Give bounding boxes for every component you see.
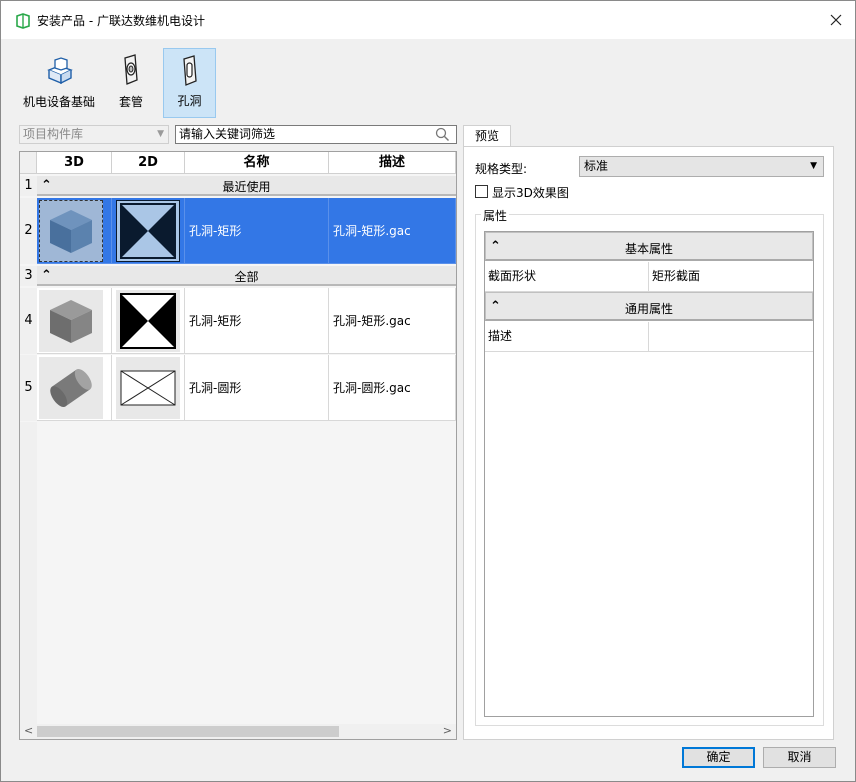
scroll-left-icon[interactable]: <: [24, 724, 33, 737]
row-number: 1: [20, 176, 37, 196]
scrollbar-thumb[interactable]: [37, 726, 339, 737]
title-bar: 安装产品 - 广联达数维机电设计: [1, 1, 855, 39]
section-common-properties[interactable]: ⌃ 通用属性: [485, 292, 813, 321]
show-3d-label: 显示3D效果图: [492, 186, 569, 200]
group-title: 最近使用: [222, 180, 271, 194]
column-header-3d[interactable]: 3D: [37, 152, 112, 174]
gray-cylinder-icon: [39, 357, 103, 419]
row-number: 2: [20, 198, 37, 264]
spec-type-value: 标准: [584, 159, 609, 173]
row-number: 5: [20, 355, 37, 421]
toolbar-label: 机电设备基础: [22, 95, 95, 109]
chevron-down-icon: ▼: [157, 129, 164, 139]
horizontal-scrollbar[interactable]: < >: [20, 724, 456, 739]
property-row[interactable]: 截面形状 矩形截面: [485, 262, 813, 292]
column-header-2d[interactable]: 2D: [112, 152, 185, 174]
sleeve-icon: [124, 54, 138, 85]
table-cell-name[interactable]: 孔洞-矩形: [185, 288, 329, 354]
row-header-corner: [20, 152, 37, 174]
section-title: 通用属性: [624, 302, 673, 316]
group-title: 全部: [234, 270, 259, 284]
property-value[interactable]: [649, 322, 813, 352]
column-header-description[interactable]: 描述: [329, 152, 456, 174]
show-3d-checkbox[interactable]: [475, 185, 488, 198]
search-input[interactable]: 请输入关键词筛选: [175, 125, 457, 144]
ok-button[interactable]: 确定: [682, 747, 755, 768]
table-row-thumb-3d[interactable]: [37, 288, 112, 354]
property-key: 描述: [485, 322, 649, 352]
equipment-base-icon: [47, 57, 73, 84]
close-button[interactable]: [825, 9, 847, 31]
table-row-thumb-2d[interactable]: [112, 355, 185, 421]
table-row-thumb-3d[interactable]: [37, 198, 112, 264]
rect-hole-symbol-icon: [116, 200, 180, 262]
window-title: 安装产品 - 广联达数维机电设计: [37, 14, 205, 28]
grid-body: 3D 2D 名称 描述 1 ⌃ 最近使用 2 孔洞-矩形 孔洞-矩形.gac 3…: [20, 152, 456, 724]
round-hole-symbol-icon: [116, 357, 180, 419]
toolbar-sleeve[interactable]: 套管: [106, 48, 156, 118]
column-header-name[interactable]: 名称: [185, 152, 329, 174]
scroll-right-icon[interactable]: >: [443, 724, 452, 737]
table-cell-name[interactable]: 孔洞-矩形: [185, 198, 329, 264]
search-input-text: 请输入关键词筛选: [179, 127, 276, 141]
gray-cube-icon: [39, 290, 103, 352]
toolbar-label: 套管: [118, 95, 143, 109]
toolbar-label: 孔洞: [177, 94, 202, 108]
section-title: 基本属性: [624, 242, 673, 256]
chevron-down-icon: ▼: [810, 161, 817, 171]
table-row-thumb-3d[interactable]: [37, 355, 112, 421]
spec-type-select[interactable]: 标准 ▼: [579, 156, 824, 177]
property-row[interactable]: 描述: [485, 322, 813, 352]
toolbar-hole[interactable]: 孔洞: [163, 48, 216, 118]
table-row-thumb-2d[interactable]: [112, 288, 185, 354]
cancel-button[interactable]: 取消: [763, 747, 836, 768]
table-cell-name[interactable]: 孔洞-圆形: [185, 355, 329, 421]
spec-type-label: 规格类型:: [475, 162, 528, 176]
row-number: 4: [20, 288, 37, 354]
property-key: 截面形状: [485, 262, 649, 292]
rect-hole-symbol-icon: [116, 290, 180, 352]
table-cell-description[interactable]: 孔洞-圆形.gac: [329, 355, 456, 421]
table-row-thumb-2d[interactable]: [112, 198, 185, 264]
dialog-window: 安装产品 - 广联达数维机电设计 机电设备基础 套管 孔洞 项目构件库 ▼ 请输…: [0, 0, 856, 782]
app-logo-icon: [16, 13, 30, 29]
tab-preview[interactable]: 预览: [463, 125, 511, 147]
section-basic-properties[interactable]: ⌃ 基本属性: [485, 232, 813, 261]
library-select[interactable]: 项目构件库 ▼: [19, 125, 169, 144]
properties-group-title: 属性: [481, 207, 510, 224]
toolbar-equipment-base[interactable]: 机电设备基础: [18, 48, 100, 118]
property-value[interactable]: 矩形截面: [649, 262, 813, 292]
group-row-all[interactable]: ⌃ 全部: [37, 266, 456, 286]
table-cell-description[interactable]: 孔洞-矩形.gac: [329, 288, 456, 354]
library-select-value: 项目构件库: [23, 127, 84, 141]
property-grid: ⌃ 基本属性 截面形状 矩形截面 ⌃ 通用属性 描述: [484, 231, 814, 717]
row-number-gutter: [20, 422, 37, 724]
row-number: 3: [20, 266, 37, 286]
table-cell-description[interactable]: 孔洞-矩形.gac: [329, 198, 456, 264]
group-row-recent[interactable]: ⌃ 最近使用: [37, 176, 456, 196]
search-icon[interactable]: [435, 127, 450, 142]
close-icon: [830, 14, 842, 26]
hole-icon: [182, 55, 197, 86]
blue-cube-icon: [39, 200, 103, 262]
component-grid: 3D 2D 名称 描述 1 ⌃ 最近使用 2 孔洞-矩形 孔洞-矩形.gac 3…: [19, 151, 457, 740]
